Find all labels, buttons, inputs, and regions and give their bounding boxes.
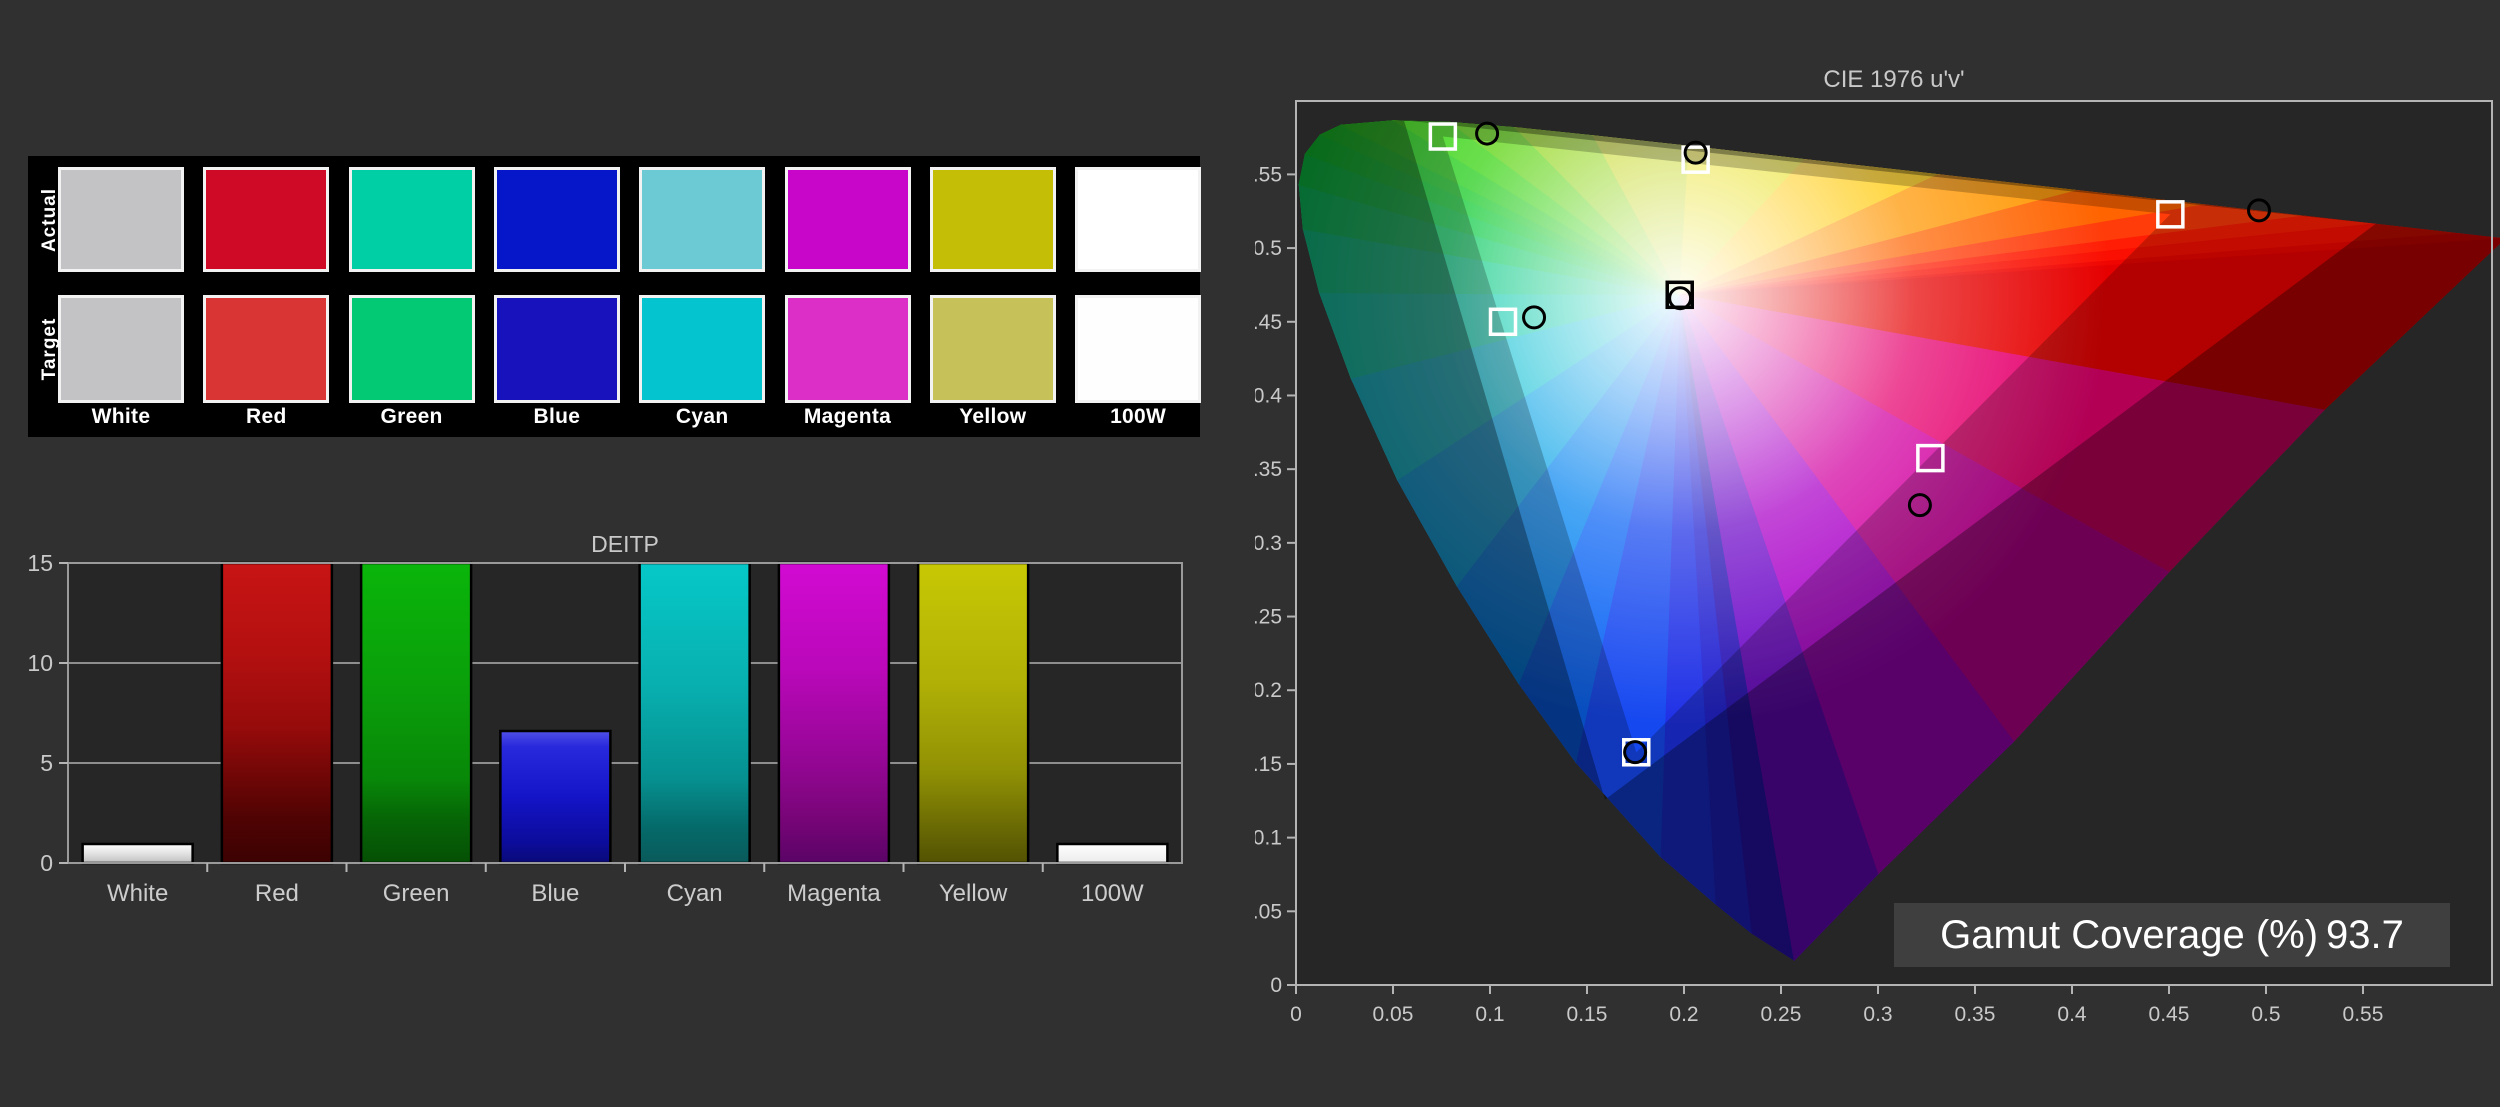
x-category-label: 100W — [1081, 880, 1144, 907]
y-tick-label: 0.25 — [1255, 606, 1282, 629]
bar-100w — [1057, 844, 1167, 863]
x-tick-label: 0.5 — [2251, 1003, 2280, 1026]
x-category-label: Yellow — [939, 880, 1008, 907]
bar-green — [361, 563, 471, 863]
x-tick-label: 0.35 — [1955, 1003, 1996, 1026]
bar-blue — [500, 731, 610, 863]
x-tick-label: 0.1 — [1475, 1003, 1504, 1026]
x-category-label: Red — [255, 880, 299, 907]
y-tick-label: 0.3 — [1255, 532, 1282, 555]
swatch-column-label: Cyan — [639, 405, 765, 429]
swatch-column-label: 100W — [1075, 405, 1201, 429]
y-tick-label: 0.1 — [1255, 827, 1282, 850]
actual-swatch-green — [349, 167, 475, 272]
x-category-label: Cyan — [667, 880, 723, 907]
color-swatch-panel: White Red Green Blue Cyan Magenta Yellow 100W Ac… — [28, 156, 1200, 437]
y-tick-label: 0.05 — [1255, 900, 1282, 923]
x-tick-label: 0.3 — [1863, 1003, 1892, 1026]
x-tick-label: 0.55 — [2343, 1003, 2384, 1026]
actual-swatch-blue — [494, 167, 620, 272]
x-tick-label: 0.45 — [2149, 1003, 2190, 1026]
gamut-coverage-value: 93.7 — [2326, 913, 2404, 957]
target-swatch-white — [58, 295, 184, 403]
bar-yellow — [918, 563, 1028, 863]
target-swatch-yellow — [930, 295, 1056, 403]
x-category-label: Magenta — [787, 880, 881, 907]
y-tick-label: 15 — [27, 550, 53, 576]
y-tick-label: 0.45 — [1255, 311, 1282, 334]
y-tick-label: 0.35 — [1255, 458, 1282, 481]
x-tick-label: 0.25 — [1761, 1003, 1802, 1026]
y-tick-label: 0 — [40, 850, 53, 876]
y-tick-label: 5 — [40, 750, 53, 776]
actual-swatch-white — [58, 167, 184, 272]
target-swatch-blue — [494, 295, 620, 403]
target-swatch-green — [349, 295, 475, 403]
actual-swatch-cyan — [639, 167, 765, 272]
actual-swatch-100w — [1075, 167, 1201, 272]
swatch-column-label: Blue — [494, 405, 620, 429]
x-category-label: Green — [383, 880, 450, 907]
y-tick-label: 10 — [27, 650, 53, 676]
bar-red — [222, 563, 332, 863]
x-tick-label: 0.05 — [1373, 1003, 1414, 1026]
y-tick-label: 0.5 — [1255, 237, 1282, 260]
target-swatch-red — [203, 295, 329, 403]
target-swatch-magenta — [785, 295, 911, 403]
x-category-label: White — [107, 880, 168, 907]
y-tick-label: 0.15 — [1255, 753, 1282, 776]
actual-swatch-red — [203, 167, 329, 272]
x-tick-label: 0.2 — [1669, 1003, 1698, 1026]
bar-white — [83, 844, 193, 863]
bar-magenta — [779, 563, 889, 863]
gamut-coverage-label: Gamut Coverage (%) — [1940, 913, 2318, 957]
x-tick-label: 0.15 — [1567, 1003, 1608, 1026]
x-tick-label: 0.4 — [2057, 1003, 2087, 1026]
cie-chromaticity-diagram: 0 0.05 0.1 0.15 0.2 0.25 0.3 0.35 0.4 0.45 0.5 0.55… — [1255, 55, 2500, 1040]
swatch-column-label: Magenta — [785, 405, 911, 429]
x-category-label: Blue — [531, 880, 579, 907]
swatch-column-label: Red — [203, 405, 329, 429]
swatch-column-label: White — [58, 405, 184, 429]
deitp-bar-chart: 0 5 10 15 White Red Green Blue Cyan Magenta Yellow… — [10, 528, 1245, 910]
target-swatch-100w — [1075, 295, 1201, 403]
gamut-coverage-badge: Gamut Coverage (%)93.7 — [1894, 903, 2450, 967]
swatch-column-label: Yellow — [930, 405, 1056, 429]
swatch-column-label: Green — [349, 405, 475, 429]
y-tick-label: 0.55 — [1255, 163, 1282, 186]
y-tick-label: 0 — [1270, 974, 1282, 997]
actual-swatch-magenta — [785, 167, 911, 272]
row-label-actual: Actual — [39, 188, 61, 252]
actual-swatch-yellow — [930, 167, 1056, 272]
target-swatch-cyan — [639, 295, 765, 403]
calibration-report: White Red Green Blue Cyan Magenta Yellow 100W Ac… — [0, 0, 2500, 1107]
y-tick-label: 0.2 — [1255, 679, 1282, 702]
x-tick-label: 0 — [1290, 1003, 1302, 1026]
row-label-target: Target — [39, 318, 61, 381]
y-tick-label: 0.4 — [1255, 384, 1282, 407]
bar-cyan — [640, 563, 750, 863]
